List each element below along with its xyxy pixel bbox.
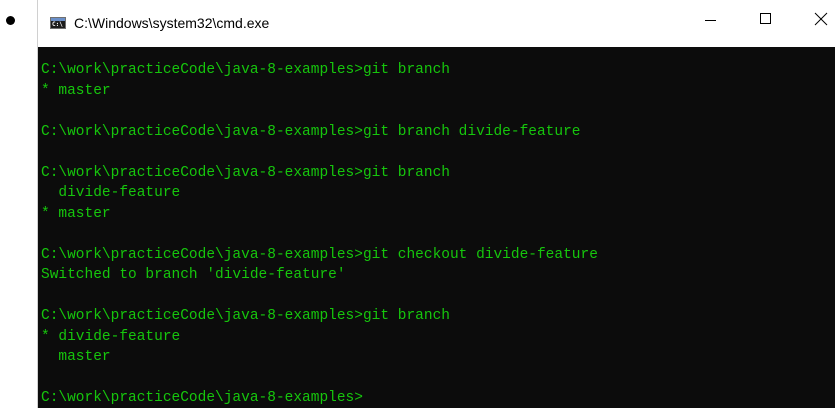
maximize-button[interactable] (743, 0, 789, 40)
terminal-output[interactable]: C:\work\practiceCode\java-8-examples>git… (41, 60, 831, 408)
terminal-line: C:\work\practiceCode\java-8-examples> (41, 390, 363, 406)
terminal-line: divide-feature (41, 185, 181, 201)
page: C:\ C:\Windows\system32\cmd.exe C:\work\… (0, 0, 835, 408)
window-title: C:\Windows\system32\cmd.exe (74, 15, 270, 31)
terminal-line: C:\work\practiceCode\java-8-examples>git… (41, 123, 581, 140)
minimize-icon (705, 20, 716, 21)
list-bullet (6, 16, 15, 25)
terminal-line: * master (41, 82, 111, 99)
terminal-line: Switched to branch 'divide-feature' (41, 267, 346, 283)
terminal-line: C:\work\practiceCode\java-8-examples>git… (41, 164, 450, 181)
close-icon (814, 12, 828, 26)
maximize-icon (760, 13, 771, 24)
terminal-line: master (41, 349, 111, 365)
cmd-icon-label: C:\ (52, 21, 63, 28)
terminal-line: * master (41, 205, 111, 222)
close-button[interactable] (798, 0, 835, 40)
cmd-icon[interactable]: C:\ (50, 17, 66, 29)
minimize-button[interactable] (688, 0, 734, 40)
terminal-line: C:\work\practiceCode\java-8-examples>git… (41, 246, 598, 263)
title-bar[interactable]: C:\ C:\Windows\system32\cmd.exe (38, 0, 835, 47)
cmd-window[interactable]: C:\ C:\Windows\system32\cmd.exe C:\work\… (37, 0, 835, 408)
terminal-line: C:\work\practiceCode\java-8-examples>git… (41, 308, 450, 324)
terminal-line: * divide-feature (41, 328, 181, 345)
terminal-line: C:\work\practiceCode\java-8-examples>git… (41, 62, 450, 78)
